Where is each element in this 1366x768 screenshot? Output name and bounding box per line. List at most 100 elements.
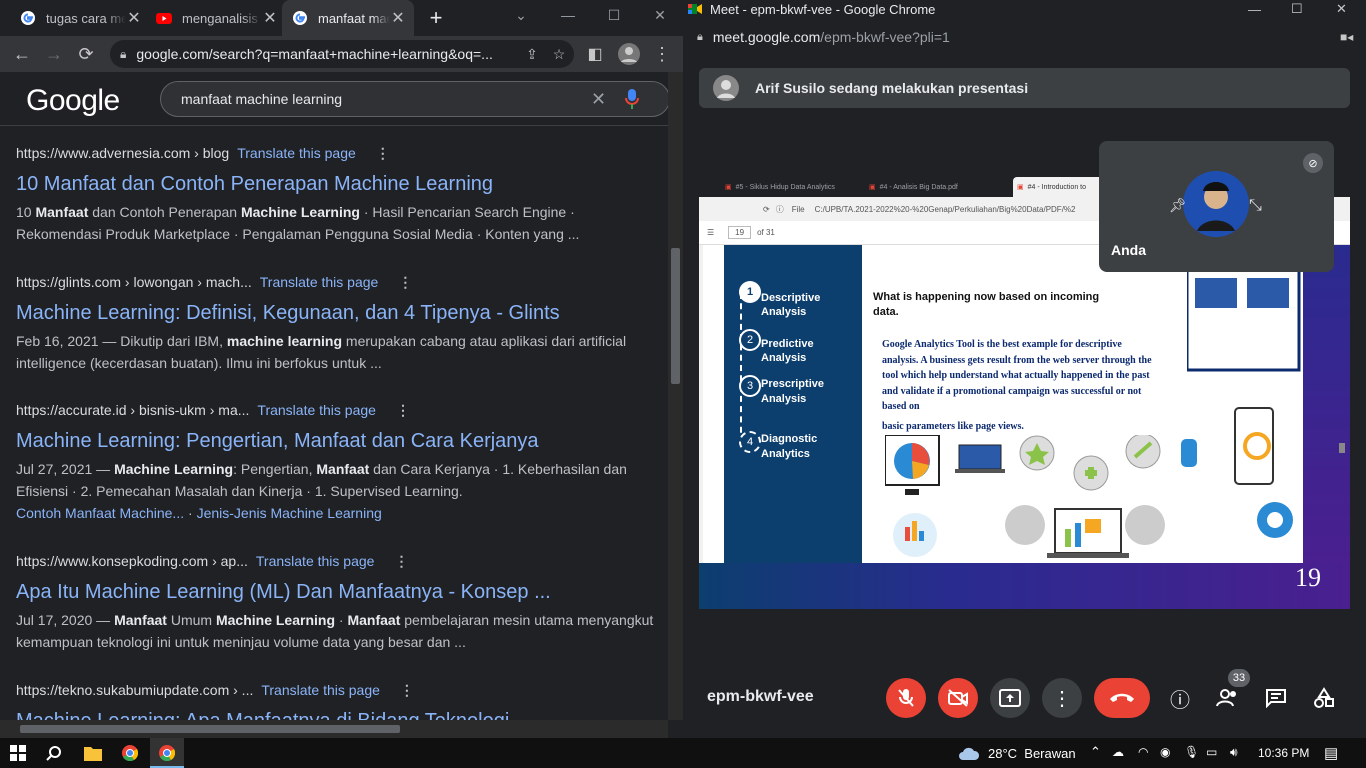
cloud-weather-icon — [959, 747, 980, 760]
result-title[interactable]: 10 Manfaat dan Contoh Penerapan Machine … — [16, 171, 656, 197]
forward-arrow-icon[interactable]: → — [42, 42, 66, 66]
profile-avatar[interactable] — [617, 42, 641, 66]
step-label: Prescriptive Analysis — [761, 378, 824, 405]
google-logo[interactable]: Google — [26, 84, 120, 118]
chevron-up-icon[interactable]: ⌃ — [1090, 744, 1101, 760]
weather-text[interactable]: 28°C Berawan — [988, 746, 1076, 761]
result-url[interactable]: https://www.konsepkoding.com › ap... — [16, 553, 248, 569]
self-video-tile[interactable]: 📌︎ ⤡ ⊘ Anda — [1099, 141, 1334, 272]
result-title[interactable]: Machine Learning: Pengertian, Manfaat da… — [16, 428, 656, 454]
pin-icon[interactable]: 📌︎ — [1169, 197, 1187, 214]
result-url[interactable]: https://accurate.id › bisnis-ukm › ma... — [16, 402, 249, 418]
url-text: google.com/search?q=manfaat+machine+lear… — [136, 46, 493, 62]
tab-menganalisis[interactable]: menganalisis data ✕ — [146, 0, 278, 36]
camera-in-use-icon[interactable]: ◉ — [1160, 745, 1170, 759]
minimize-tile-icon[interactable]: ⤡ — [1249, 197, 1262, 215]
sitelink[interactable]: Jenis-Jenis Machine Learning — [197, 505, 382, 521]
scrollbar-thumb[interactable] — [671, 248, 680, 384]
address-bar[interactable]: 🔒︎ google.com/search?q=manfaat+machine+l… — [110, 40, 574, 68]
search-result: https://tekno.sukabumiupdate.com › ... Tr… — [16, 680, 656, 721]
windows-start-icon[interactable] — [10, 745, 26, 761]
translate-link[interactable]: Translate this page — [261, 682, 380, 698]
more-options-icon[interactable]: ⋮ — [394, 553, 408, 570]
search-result: https://accurate.id › bisnis-ukm › ma...… — [16, 400, 656, 524]
file-explorer-icon[interactable] — [84, 745, 102, 761]
camera-toggle-button[interactable] — [938, 678, 978, 718]
present-screen-button[interactable] — [990, 678, 1030, 718]
minimize-icon[interactable]: — — [1248, 2, 1261, 17]
voice-search-icon[interactable] — [625, 89, 639, 109]
back-arrow-icon[interactable]: ← — [10, 42, 34, 66]
leave-call-button[interactable] — [1094, 678, 1150, 718]
result-title[interactable]: Machine Learning: Definisi, Kegunaan, da… — [16, 300, 656, 326]
result-title[interactable]: Machine Learning: Apa Manfaatnya di Bida… — [16, 708, 656, 720]
meeting-code: epm-bkwf-vee — [707, 688, 814, 705]
slide-body-continued: basic parameters like page views. — [882, 421, 1024, 432]
translate-link[interactable]: Translate this page — [256, 553, 375, 569]
camera-status-icon[interactable]: ■◂ — [1340, 30, 1353, 44]
translate-link[interactable]: Translate this page — [257, 402, 376, 418]
microphone-in-use-icon[interactable]: 🎙︎ — [1184, 745, 1199, 759]
close-window-icon[interactable]: ✕ — [637, 0, 683, 30]
shared-file-path: C:/UPB/TA.2021-2022%20-%20Genap/Perkulia… — [814, 204, 1076, 214]
wifi-icon[interactable]: ◠ — [1138, 745, 1148, 759]
minimize-icon[interactable]: — — [545, 0, 591, 30]
sitelink[interactable]: Contoh Manfaat Machine... — [16, 505, 184, 521]
result-title[interactable]: Apa Itu Machine Learning (ML) Dan Manfaa… — [16, 579, 656, 605]
close-tab-icon[interactable]: ✕ — [262, 8, 278, 28]
meeting-details-button[interactable]: ⓘ — [1160, 678, 1200, 718]
self-name: Anda — [1111, 242, 1146, 258]
address-bar[interactable]: 🔒︎ meet.google.com/epm-bkwf-vee?pli=1 ■◂ — [683, 22, 1366, 52]
maximize-icon[interactable]: ☐ — [591, 0, 637, 30]
google-g-icon — [293, 11, 307, 25]
clear-search-icon[interactable]: ✕ — [591, 89, 625, 110]
more-options-icon[interactable]: ⋮ — [376, 145, 390, 162]
horizontal-scrollbar[interactable] — [0, 720, 668, 738]
maximize-icon[interactable]: ☐ — [1291, 1, 1303, 17]
slide-page-number: 19 — [1295, 563, 1321, 592]
chat-button[interactable] — [1256, 678, 1296, 718]
result-url[interactable]: https://tekno.sukabumiupdate.com › ... — [16, 682, 253, 698]
search-input[interactable]: manfaat machine learning ✕ — [160, 81, 670, 117]
sidebar-icon[interactable]: ◧ — [583, 42, 607, 66]
mic-toggle-button[interactable] — [886, 678, 926, 718]
tab-strip: tugas cara membuat ✕ menganalisis data ✕… — [0, 0, 683, 36]
chrome-taskbar-icon[interactable] — [122, 745, 138, 761]
tab-manfaat-active[interactable]: manfaat machine learning ✕ — [282, 0, 414, 36]
pdf-page-input: 19 — [728, 226, 752, 239]
close-tab-icon[interactable]: ✕ — [126, 8, 142, 28]
vertical-scrollbar[interactable] — [668, 72, 683, 720]
new-tab-button[interactable]: + — [424, 0, 448, 36]
volume-icon[interactable]: 🔊︎ — [1230, 745, 1238, 760]
more-options-button[interactable]: ⋮ — [1042, 678, 1082, 718]
search-icon[interactable] — [46, 745, 62, 761]
close-tab-icon[interactable]: ✕ — [390, 8, 406, 28]
share-icon[interactable]: ⇪ — [520, 46, 544, 63]
notifications-icon[interactable]: ▤ — [1324, 744, 1338, 762]
tab-search-chevron-icon[interactable]: ⌄ — [498, 0, 544, 30]
active-chrome-taskbar-button[interactable] — [150, 738, 184, 768]
more-options-icon[interactable]: ⋮ — [396, 402, 410, 419]
menu-kebab-icon[interactable]: ⋮ — [650, 42, 674, 66]
battery-icon[interactable]: ▭ — [1206, 745, 1217, 759]
close-window-icon[interactable]: ✕ — [1336, 1, 1347, 17]
translate-link[interactable]: Translate this page — [237, 145, 356, 161]
more-options-icon[interactable]: ⋮ — [400, 682, 414, 699]
more-options-icon[interactable]: ⋮ — [398, 274, 412, 291]
activities-button[interactable] — [1304, 678, 1344, 718]
step-label: Descriptive Analysis — [761, 292, 821, 318]
search-query: manfaat machine learning — [181, 91, 343, 107]
clock[interactable]: 10:36 PM — [1258, 746, 1309, 760]
translate-link[interactable]: Translate this page — [260, 274, 379, 290]
muted-mic-icon: ⊘ — [1303, 153, 1323, 173]
reload-icon[interactable]: ⟳ — [74, 42, 98, 66]
scrollbar-thumb[interactable] — [20, 725, 400, 733]
window-title: Meet - epm-bkwf-vee - Google Chrome — [710, 1, 936, 17]
result-url[interactable]: https://www.advernesia.com › blog — [16, 145, 229, 161]
result-snippet: Feb 16, 2021 — Dikutip dari IBM, machine… — [16, 333, 627, 371]
result-url[interactable]: https://glints.com › lowongan › mach... — [16, 274, 252, 290]
tab-tugas[interactable]: tugas cara membuat ✕ — [10, 0, 142, 36]
bookmark-star-icon[interactable]: ☆ — [544, 46, 574, 63]
self-avatar — [1183, 171, 1249, 237]
onedrive-cloud-icon[interactable]: ☁ — [1112, 745, 1124, 759]
